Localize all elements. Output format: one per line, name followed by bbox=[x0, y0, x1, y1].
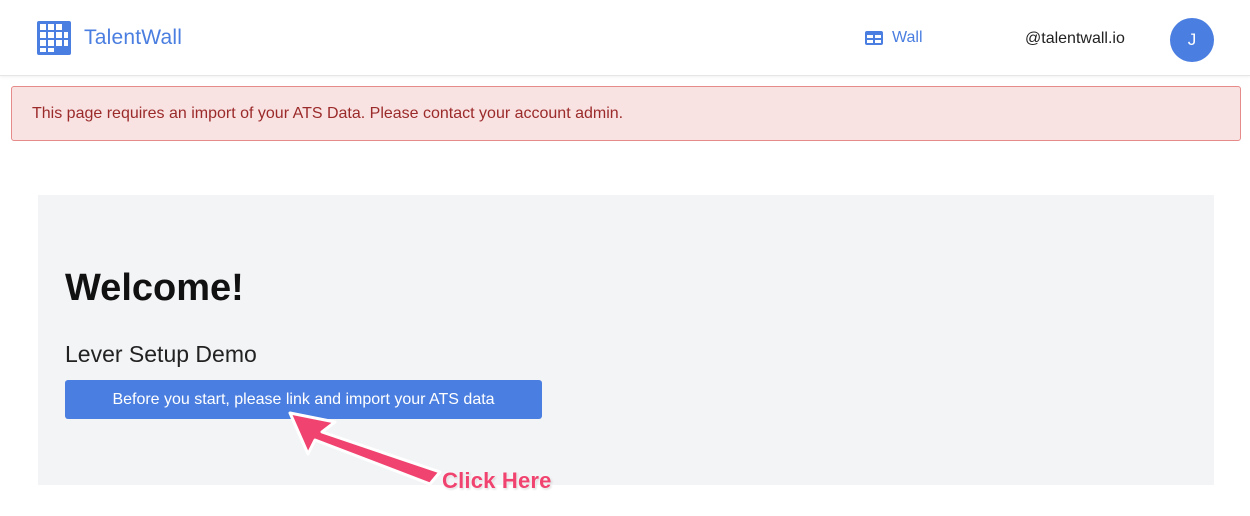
setup-subtitle: Lever Setup Demo bbox=[65, 341, 257, 367]
ats-import-alert: This page requires an import of your ATS… bbox=[11, 86, 1241, 141]
user-avatar-button[interactable]: J bbox=[1170, 18, 1214, 62]
brand-name: TalentWall bbox=[84, 26, 183, 49]
brand-link[interactable]: TalentWall bbox=[37, 21, 182, 55]
annotation-arrow-icon bbox=[288, 411, 442, 486]
top-navbar: TalentWall Wall @talentwall.io J bbox=[0, 0, 1250, 76]
annotation-label: Click Here bbox=[442, 468, 552, 493]
table-icon bbox=[865, 31, 883, 45]
page-title: Welcome! bbox=[65, 267, 244, 309]
user-domain: @talentwall.io bbox=[1025, 30, 1125, 47]
welcome-card: Welcome! Lever Setup Demo Before you sta… bbox=[38, 195, 1214, 485]
nav-wall-link[interactable]: Wall bbox=[865, 29, 923, 47]
grid-logo-icon bbox=[37, 21, 71, 55]
nav-wall-label: Wall bbox=[892, 29, 923, 46]
